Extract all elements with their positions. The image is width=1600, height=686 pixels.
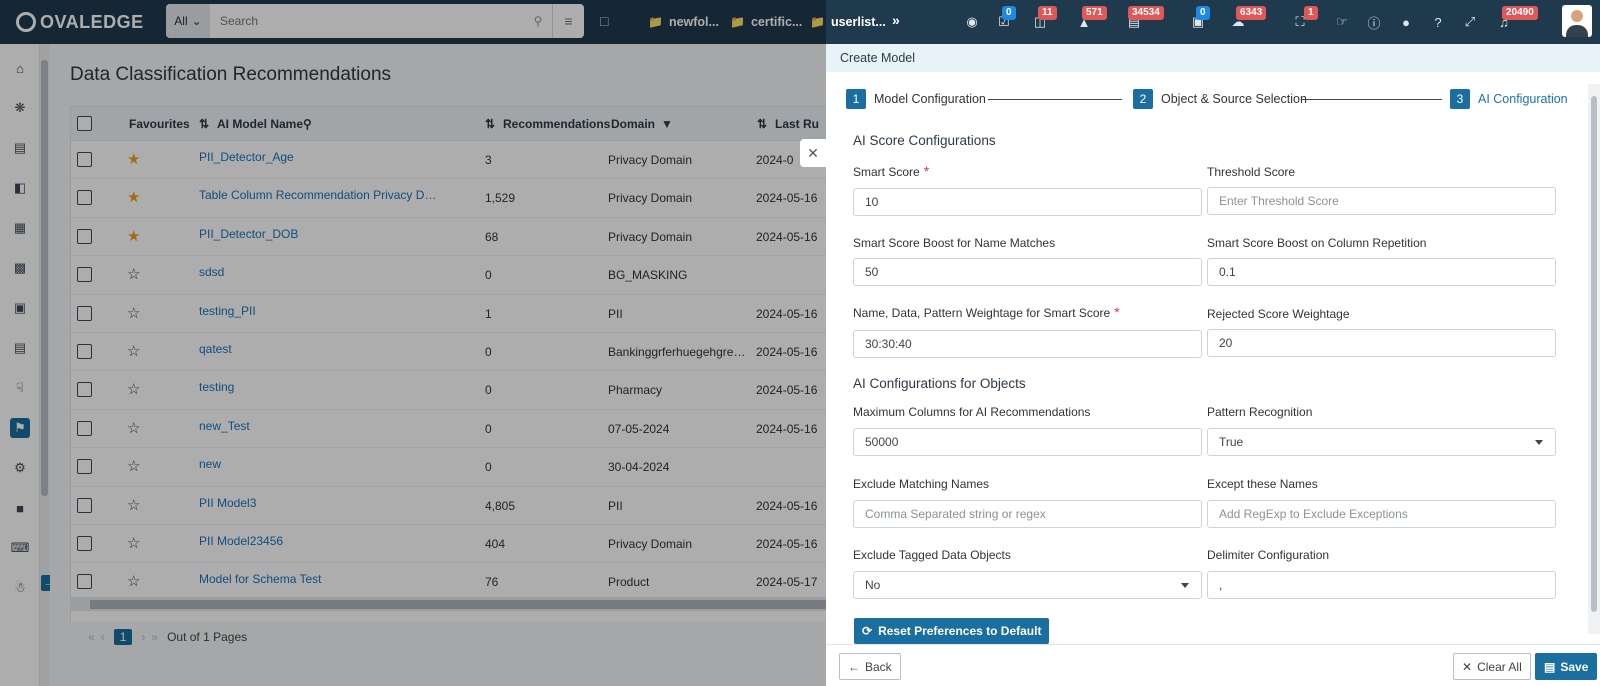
panel-scrollbar-thumb[interactable] xyxy=(1591,96,1597,612)
step-number: 3 xyxy=(1450,89,1470,109)
more-tabs-icon[interactable]: » xyxy=(892,12,900,28)
weightage-field[interactable]: 30:30:40 xyxy=(853,330,1202,358)
max-columns-field[interactable]: 50000 xyxy=(853,428,1202,456)
dropdown-caret-icon xyxy=(1181,583,1189,588)
clear-label: Clear All xyxy=(1477,659,1522,674)
except-names-field[interactable]: Add RegExp to Exclude Exceptions xyxy=(1207,500,1556,528)
threshold-score-label: Threshold Score xyxy=(1207,165,1296,179)
required-marker: * xyxy=(1114,304,1120,320)
database-badge: 11 xyxy=(1038,6,1057,20)
step-connector xyxy=(988,99,1122,100)
close-icon: ✕ xyxy=(1462,659,1473,674)
threshold-score-field[interactable]: Enter Threshold Score xyxy=(1207,187,1556,215)
user-avatar[interactable] xyxy=(1562,5,1592,37)
section-ai-objects: AI Configurations for Objects xyxy=(853,376,1026,391)
weightage-label: Name, Data, Pattern Weightage for Smart … xyxy=(853,304,1120,320)
panel-footer: ← Back ✕ Clear All ▤ Save xyxy=(826,644,1600,686)
section-ai-score: AI Score Configurations xyxy=(853,133,996,148)
boost-column-label: Smart Score Boost on Column Repetition xyxy=(1207,236,1427,250)
pattern-recognition-label: Pattern Recognition xyxy=(1207,405,1313,419)
exclude-names-field[interactable]: Comma Separated string or regex xyxy=(853,500,1202,528)
step-model-configuration[interactable]: 1 Model Configuration xyxy=(846,89,986,109)
select-value: No xyxy=(865,578,881,592)
step-ai-configuration[interactable]: 3 AI Configuration xyxy=(1450,89,1568,109)
delimiter-label: Delimiter Configuration xyxy=(1207,548,1330,562)
alert-badge: 571 xyxy=(1082,6,1107,20)
step-label: Model Configuration xyxy=(874,92,986,106)
wizard-stepper: 1 Model Configuration 2 Object & Source … xyxy=(846,89,1568,113)
step-number: 1 xyxy=(846,89,866,109)
label-text: Smart Score xyxy=(853,165,920,179)
reset-label: Reset Preferences to Default xyxy=(878,624,1042,638)
avatar-head xyxy=(1571,10,1583,22)
modal-backdrop[interactable] xyxy=(0,0,826,686)
panel-title: Create Model xyxy=(826,44,1600,72)
cart-badge: 1 xyxy=(1304,6,1318,20)
clear-all-button[interactable]: ✕ Clear All xyxy=(1453,653,1531,680)
save-label: Save xyxy=(1560,659,1589,674)
max-columns-label: Maximum Columns for AI Recommendations xyxy=(853,405,1091,419)
panel-scrollbar[interactable] xyxy=(1588,84,1600,634)
boost-name-label: Smart Score Boost for Name Matches xyxy=(853,236,1056,250)
expand-icon[interactable]: ⤢ xyxy=(1460,12,1480,32)
save-button[interactable]: ▤ Save xyxy=(1535,653,1598,680)
exclude-tagged-label: Exclude Tagged Data Objects xyxy=(853,548,1011,562)
boost-name-field[interactable]: 50 xyxy=(853,258,1202,286)
step-number: 2 xyxy=(1133,89,1153,109)
create-model-panel: Create Model 1 Model Configuration 2 Obj… xyxy=(826,44,1600,686)
recent-tab-label: userlist... xyxy=(830,15,886,29)
arrow-left-icon: ← xyxy=(848,659,860,674)
help-icon[interactable]: ? xyxy=(1428,12,1448,32)
rejected-weightage-field[interactable]: 20 xyxy=(1207,329,1556,357)
except-names-label: Except these Names xyxy=(1207,477,1318,491)
back-label: Back xyxy=(865,659,892,674)
notification-badge: 20490 xyxy=(1502,6,1538,20)
avatar-body xyxy=(1566,25,1588,37)
reset-icon: ⟳ xyxy=(862,624,873,638)
exclude-names-label: Exclude Matching Names xyxy=(853,477,990,491)
back-button[interactable]: ← Back xyxy=(839,653,901,680)
dropdown-caret-icon xyxy=(1535,440,1543,445)
smart-score-field[interactable]: 10 xyxy=(853,188,1202,216)
step-label: AI Configuration xyxy=(1478,92,1568,106)
label-text: Name, Data, Pattern Weightage for Smart … xyxy=(853,306,1111,320)
boost-column-field[interactable]: 0.1 xyxy=(1207,258,1556,286)
dashboard-icon[interactable]: ◉ xyxy=(962,12,982,32)
reset-preferences-button[interactable]: ⟳ Reset Preferences to Default xyxy=(854,618,1050,644)
access-icon[interactable]: ☞ xyxy=(1332,12,1352,32)
required-marker: * xyxy=(923,163,930,179)
select-value: True xyxy=(1219,435,1244,449)
api-badge: 6343 xyxy=(1236,6,1267,20)
rejected-weightage-label: Rejected Score Weightage xyxy=(1207,307,1350,321)
step-object-source[interactable]: 2 Object & Source Selection xyxy=(1133,89,1307,109)
lock-badge: 0 xyxy=(1196,6,1210,20)
jobs-badge: 34534 xyxy=(1128,6,1164,20)
delimiter-field[interactable]: , xyxy=(1207,571,1556,599)
chrome-icon[interactable]: ● xyxy=(1396,12,1416,32)
smart-score-label: Smart Score * xyxy=(853,163,929,179)
close-icon[interactable]: ✕ xyxy=(800,139,826,167)
step-label: Object & Source Selection xyxy=(1161,92,1307,106)
step-connector xyxy=(1302,99,1442,100)
pattern-recognition-select[interactable]: True xyxy=(1207,428,1556,456)
info-icon[interactable]: ⓘ xyxy=(1364,12,1384,32)
save-icon: ▤ xyxy=(1544,659,1556,674)
exclude-tagged-select[interactable]: No xyxy=(853,571,1202,599)
tasks-badge: 0 xyxy=(1002,6,1016,20)
